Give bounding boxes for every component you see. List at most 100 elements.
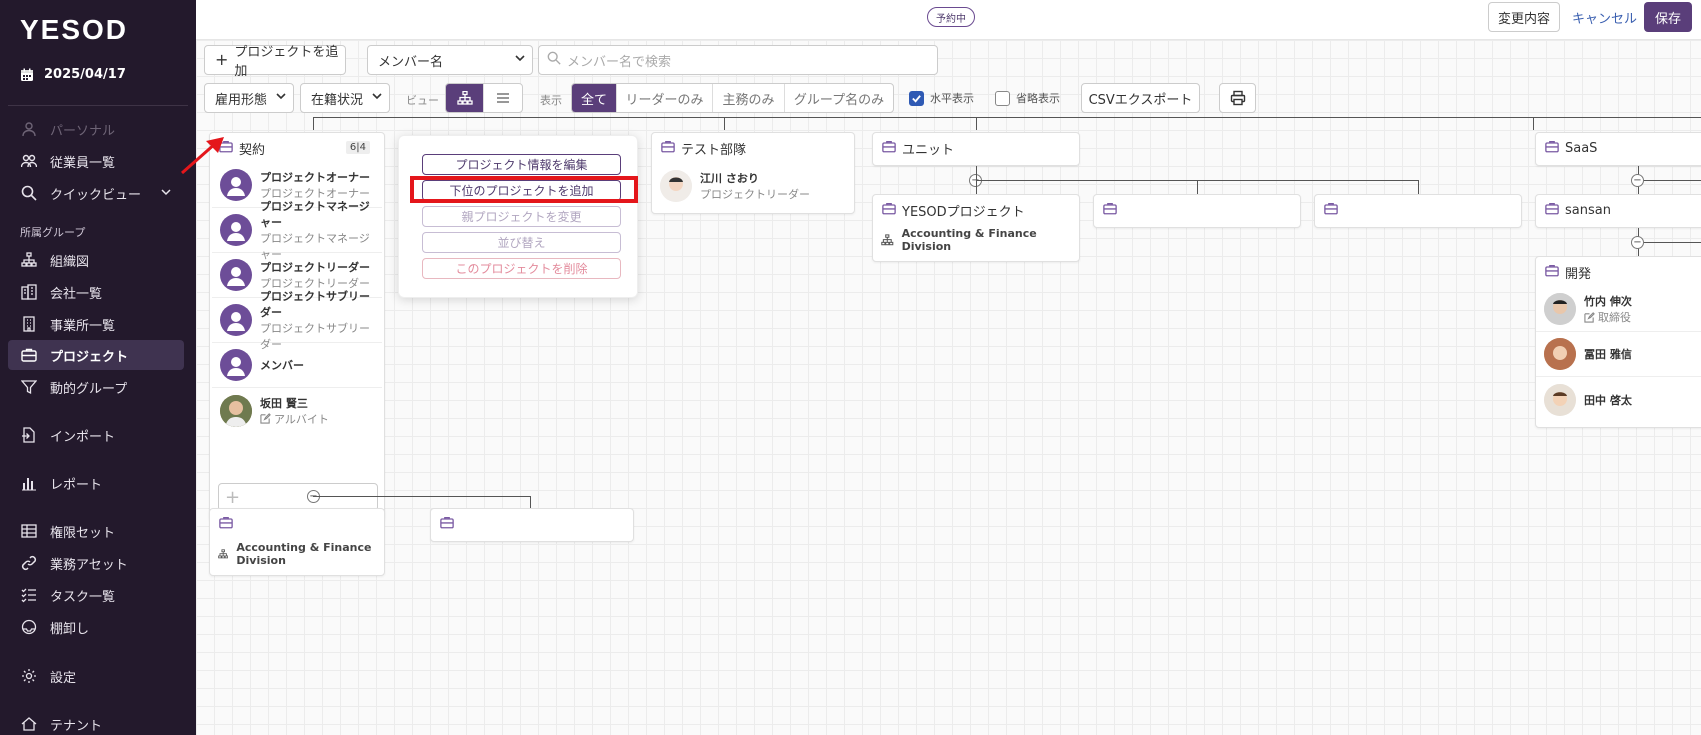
project-title: ユニット: [902, 142, 955, 158]
member-search-field[interactable]: メンバー名で検索: [538, 45, 938, 75]
sidebar-item-companies[interactable]: 会社一覧: [8, 277, 184, 307]
user-photo-icon: [1544, 338, 1576, 370]
member-field-select[interactable]: メンバー名: [367, 45, 533, 75]
sidebar-item-org-chart[interactable]: 組織図: [8, 245, 184, 275]
avatar: [220, 394, 252, 427]
add-project-button[interactable]: + プロジェクトを追加: [204, 45, 346, 79]
member-row[interactable]: 田中 啓太: [1536, 377, 1701, 422]
avatar: [220, 349, 252, 381]
delete-project-button[interactable]: このプロジェクトを削除: [422, 258, 621, 279]
project-title: テスト部隊: [681, 142, 747, 158]
user-placeholder-icon: [227, 312, 245, 331]
sidebar-item-task-list[interactable]: タスク一覧: [8, 580, 184, 610]
employment-type-filter[interactable]: 雇用形態: [204, 83, 294, 113]
display-primary-button[interactable]: 主務のみ: [713, 84, 785, 112]
project-card-unit[interactable]: ユニット: [872, 132, 1080, 166]
view-label: ビュー: [406, 94, 439, 107]
sidebar-item-inventory[interactable]: 棚卸し: [8, 612, 184, 642]
display-filter-toggle[interactable]: 全て リーダーのみ 主務のみ グループ名のみ: [571, 83, 894, 113]
project-card-child[interactable]: Accounting & Finance Division: [209, 508, 385, 576]
project-card-keiyaku[interactable]: 契約 6|4 プロジェクトオーナー プロジェクトオーナー プロジェクトマネージャー…: [209, 132, 385, 521]
sidebar-item-import[interactable]: インポート: [8, 420, 184, 450]
sidebar-item-employees[interactable]: 従業員一覧: [8, 146, 184, 176]
project-card-empty[interactable]: [1093, 194, 1301, 228]
connector-line: [1638, 180, 1701, 181]
project-card-sansan[interactable]: sansan: [1535, 194, 1701, 228]
member-row[interactable]: 竹内 伸次 取締役: [1536, 287, 1701, 332]
save-button[interactable]: 保存: [1644, 2, 1692, 32]
division-row: Accounting & Finance Division: [873, 225, 1079, 255]
change-parent-project-button[interactable]: 親プロジェクトを変更: [422, 206, 621, 227]
connector-line: [1418, 180, 1419, 194]
project-card-child-empty[interactable]: [430, 508, 634, 542]
changes-button[interactable]: 変更内容: [1488, 2, 1560, 32]
member-row[interactable]: 坂田 賢三 アルバイト: [212, 388, 382, 433]
sidebar-item-dynamic-groups[interactable]: 動的グループ: [8, 372, 184, 402]
reorder-button[interactable]: 並び替え: [422, 232, 621, 253]
member-row[interactable]: プロジェクトサブリーダー プロジェクトサブリーダー: [212, 290, 382, 351]
print-button[interactable]: [1219, 83, 1256, 113]
checkbox-checked-icon[interactable]: [909, 90, 924, 106]
project-card-test-butai[interactable]: テスト部隊 江川 さおり プロジェクトリーダー: [651, 132, 855, 214]
collapse-toggle[interactable]: −: [1631, 236, 1644, 249]
sidebar-item-permission-sets[interactable]: 権限セット: [8, 516, 184, 546]
project-title: SaaS: [1565, 140, 1598, 156]
member-row[interactable]: 江川 さおり プロジェクトリーダー: [652, 163, 854, 208]
member-row[interactable]: プロジェクトマネージャー プロジェクトマネージャー: [212, 200, 382, 261]
user-photo-icon: [660, 169, 692, 202]
tree-view-button[interactable]: [446, 84, 484, 112]
group-section-label: 所属グループ: [20, 226, 86, 239]
project-card-saas[interactable]: SaaS: [1535, 132, 1701, 166]
list-view-button[interactable]: [484, 84, 522, 112]
division-row: Accounting & Finance Division: [210, 539, 384, 569]
plus-icon: +: [215, 50, 229, 69]
app-logo[interactable]: YESOD: [20, 14, 128, 46]
cancel-button[interactable]: キャンセル: [1572, 8, 1637, 27]
sidebar-item-tenant[interactable]: テナント: [8, 709, 184, 735]
project-title: sansan: [1565, 202, 1611, 218]
horizontal-display-checkbox[interactable]: 水平表示: [909, 90, 974, 106]
abbreviated-display-checkbox[interactable]: 省略表示: [995, 90, 1060, 106]
sidebar-item-reports[interactable]: レポート: [8, 468, 184, 498]
briefcase-icon: [1545, 264, 1559, 281]
briefcase-icon: [1103, 202, 1117, 219]
display-leaders-button[interactable]: リーダーのみ: [617, 84, 713, 112]
search-input[interactable]: メンバー名で検索: [567, 51, 671, 70]
edit-project-button[interactable]: プロジェクト情報を編集: [422, 154, 621, 175]
sidebar-item-offices[interactable]: 事業所一覧: [8, 309, 184, 339]
project-card-yesod[interactable]: YESODプロジェクト Accounting & Finance Divisio…: [872, 194, 1080, 262]
gear-icon: [20, 667, 38, 685]
filter-icon: [20, 378, 38, 396]
collapse-toggle[interactable]: −: [1631, 174, 1644, 187]
sidebar-item-settings[interactable]: 設定: [8, 661, 184, 691]
sidebar-item-quick-view[interactable]: クイックビュー: [8, 178, 184, 208]
member-row[interactable]: 冨田 雅信: [1536, 332, 1701, 377]
project-title: 契約: [239, 142, 266, 158]
csv-export-button[interactable]: CSVエクスポート: [1081, 83, 1200, 113]
briefcase-icon: [219, 516, 233, 533]
project-card-empty[interactable]: [1314, 194, 1522, 228]
date-selector[interactable]: 2025/04/17: [20, 67, 126, 82]
tenant-icon: [20, 715, 38, 733]
building-icon: [20, 315, 38, 333]
display-group-names-button[interactable]: グループ名のみ: [785, 84, 893, 112]
sidebar: YESOD 2025/04/17 パーソナル 従業員一覧 クイックビュー 所属グ…: [0, 0, 196, 735]
checkbox-unchecked-icon[interactable]: [995, 90, 1010, 106]
org-chart-icon: [881, 234, 894, 246]
edit-icon: [1584, 311, 1595, 323]
view-toggle[interactable]: [445, 83, 523, 113]
sidebar-item-business-assets[interactable]: 業務アセット: [8, 548, 184, 578]
project-card-kaihatsu[interactable]: 開発 竹内 伸次 取締役 冨田 雅信 田中 啓太: [1535, 256, 1701, 428]
users-icon: [20, 152, 38, 170]
add-member-button[interactable]: +: [218, 483, 378, 511]
avatar: [220, 304, 252, 336]
enrollment-status-filter[interactable]: 在籍状況: [300, 83, 390, 113]
avatar: [220, 214, 252, 246]
chevron-down-icon: [160, 186, 172, 202]
sidebar-item-personal[interactable]: パーソナル: [8, 114, 184, 144]
grid-icon: [20, 522, 38, 540]
connector-line: [724, 117, 725, 130]
display-all-button[interactable]: 全て: [572, 84, 617, 112]
sidebar-item-projects[interactable]: プロジェクト: [8, 340, 184, 370]
connector-line: [313, 117, 1701, 118]
